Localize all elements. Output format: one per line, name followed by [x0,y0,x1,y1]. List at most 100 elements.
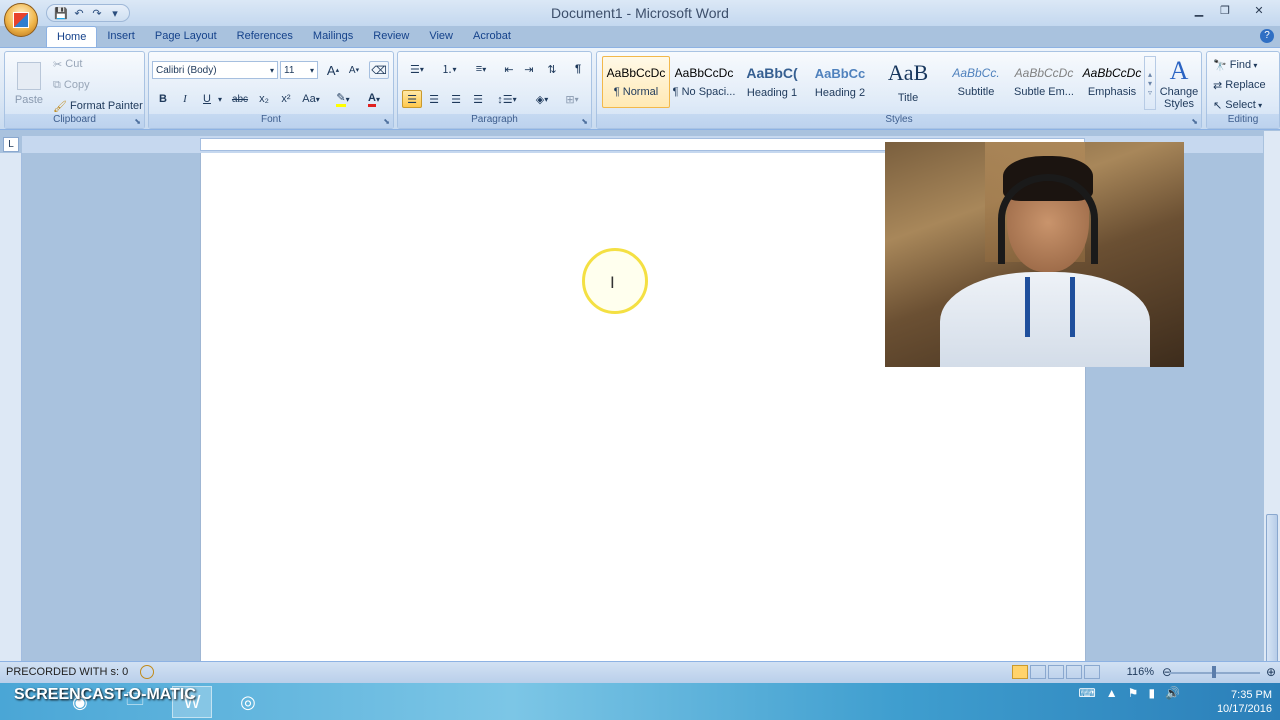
style-subtle-emphasis[interactable]: AaBbCcDc Subtle Em... [1010,56,1078,108]
superscript-button[interactable]: x² [277,90,295,108]
styles-gallery: AaBbCcDc ¶ Normal AaBbCcDc ¶ No Spaci... A… [602,56,1146,108]
tab-references[interactable]: References [227,26,303,47]
webcam-overlay [885,142,1184,367]
font-color-button[interactable]: A ▾ [361,90,387,108]
paste-button[interactable]: Paste [9,56,49,112]
keyboard-icon[interactable]: ⌨ [1078,686,1095,700]
vertical-scrollbar[interactable] [1263,131,1280,694]
full-screen-view-icon[interactable] [1030,665,1046,679]
align-right-icon: ☰ [451,93,461,106]
select-button[interactable]: ↖ Select ▾ [1213,96,1262,114]
underline-dropdown-icon[interactable]: ▾ [215,90,225,108]
zoom-slider-thumb[interactable] [1212,666,1216,678]
show-hide-button[interactable]: ¶ [568,60,588,78]
paintbrush-icon: 🖌 [53,100,71,113]
increase-indent-button[interactable]: ⇥ [520,60,538,78]
styles-launcher-icon[interactable]: ⬊ [1191,117,1198,126]
screencast-watermark: SCREENCAST-O-MATIC [14,686,196,703]
align-center-button[interactable]: ☰ [424,90,444,108]
increase-indent-icon: ⇥ [524,63,534,76]
style-subtitle[interactable]: AaBbCc. Subtitle [942,56,1010,108]
align-left-icon: ☰ [407,93,417,106]
highlight-color-button[interactable]: ✎ ▾ [331,90,355,108]
bullets-button[interactable]: ☰ ▾ [402,60,432,78]
bold-button[interactable]: B [155,90,171,108]
justify-button[interactable]: ☰ [468,90,488,108]
draft-view-icon[interactable] [1084,665,1100,679]
zoom-in-icon[interactable]: ⊕ [1266,665,1276,679]
clipboard-group: Paste ✂ Cut ⧉ Copy 🖌 Format Painter Clip… [4,51,145,129]
style-title[interactable]: AaB Title [874,56,942,108]
shading-button[interactable]: ◈ ▾ [528,90,556,108]
paint-bucket-icon: ◈ [535,93,545,106]
clear-formatting-button[interactable]: ⌫ [369,61,389,79]
font-launcher-icon[interactable]: ⬊ [383,117,390,126]
shrink-font-button[interactable]: A ▾ [345,61,363,79]
change-case-button[interactable]: Aa ▾ [299,90,323,108]
font-label: Font [149,114,393,128]
decrease-indent-button[interactable]: ⇤ [500,60,518,78]
subscript-button[interactable]: x₂ [255,90,273,108]
style-emphasis[interactable]: AaBbCcDc Emphasis [1078,56,1146,108]
sort-icon: ⇅ [547,63,557,76]
close-button[interactable]: ✕ [1238,0,1280,20]
tab-page-layout[interactable]: Page Layout [145,26,227,47]
line-spacing-button[interactable]: ↕☰ ▾ [492,90,522,108]
align-left-button[interactable]: ☰ [402,90,422,108]
tray-expand-icon[interactable]: ▲ [1106,686,1118,700]
font-name-select[interactable]: Calibri (Body) ▾ [152,61,278,79]
mouse-highlight [582,248,648,314]
bullet-list-icon: ☰ [410,63,420,76]
zoom-level[interactable]: 116% [1127,666,1154,678]
screencast-icon[interactable]: ◎ [228,686,268,718]
minimize-button[interactable]: ▁ [1186,0,1212,20]
font-size-select[interactable]: 11 ▾ [280,61,318,79]
view-buttons [1012,665,1100,679]
format-painter-button[interactable]: 🖌 Format Painter [53,98,143,114]
taskbar-clock[interactable]: 7:35 PM 10/17/2016 [1217,688,1272,716]
volume-icon[interactable]: 🔊 [1165,686,1180,700]
change-styles-button[interactable]: A Change Styles [1157,54,1201,114]
style-heading-2[interactable]: AaBbCc Heading 2 [806,56,874,108]
proofing-icon[interactable] [140,665,154,679]
italic-button[interactable]: I [177,90,193,108]
tab-acrobat[interactable]: Acrobat [463,26,521,47]
tab-mailings[interactable]: Mailings [303,26,363,47]
restore-button[interactable]: ❐ [1212,0,1238,20]
replace-button[interactable]: ⇄ Replace [1213,76,1266,94]
eraser-icon: ⌫ [371,64,387,77]
power-icon[interactable]: ▮ [1148,686,1155,700]
borders-button[interactable]: ⊞ ▾ [558,90,586,108]
clock-time: 7:35 PM [1231,689,1272,701]
office-button[interactable] [4,3,38,37]
tab-review[interactable]: Review [363,26,419,47]
style-heading-1[interactable]: AaBbC(Heading 1 [738,56,806,108]
vertical-ruler[interactable] [0,153,22,661]
tab-view[interactable]: View [419,26,463,47]
action-center-icon[interactable]: ⚑ [1128,686,1139,700]
multilevel-list-button[interactable]: ≡ ▾ [466,60,496,78]
styles-scroll[interactable]: ▴ ▾ ▿ [1144,56,1156,110]
tab-home[interactable]: Home [46,26,98,47]
style-no-spacing[interactable]: AaBbCcDc ¶ No Spaci... [670,56,738,108]
clipboard-launcher-icon[interactable]: ⬊ [134,117,141,126]
find-button[interactable]: 🔭 Find ▾ [1213,56,1257,74]
help-icon[interactable]: ? [1260,29,1274,43]
numbering-button[interactable]: ⒈ ▾ [434,60,464,78]
print-layout-view-icon[interactable] [1012,665,1028,679]
paragraph-launcher-icon[interactable]: ⬊ [581,117,588,126]
outline-view-icon[interactable] [1066,665,1082,679]
align-right-button[interactable]: ☰ [446,90,466,108]
grow-font-button[interactable]: A ▴ [324,61,342,79]
strikethrough-button[interactable]: abc [229,90,251,108]
web-layout-view-icon[interactable] [1048,665,1064,679]
sort-button[interactable]: ⇅ [542,60,562,78]
tab-selector[interactable]: L [3,137,19,152]
cut-button[interactable]: ✂ Cut [53,56,82,72]
underline-button[interactable]: U [199,90,215,108]
text-cursor-icon: Ⅰ [610,275,615,292]
align-center-icon: ☰ [429,93,439,106]
tab-insert[interactable]: Insert [97,26,145,47]
copy-button[interactable]: ⧉ Copy [53,77,90,93]
style-normal[interactable]: AaBbCcDc ¶ Normal [602,56,670,108]
